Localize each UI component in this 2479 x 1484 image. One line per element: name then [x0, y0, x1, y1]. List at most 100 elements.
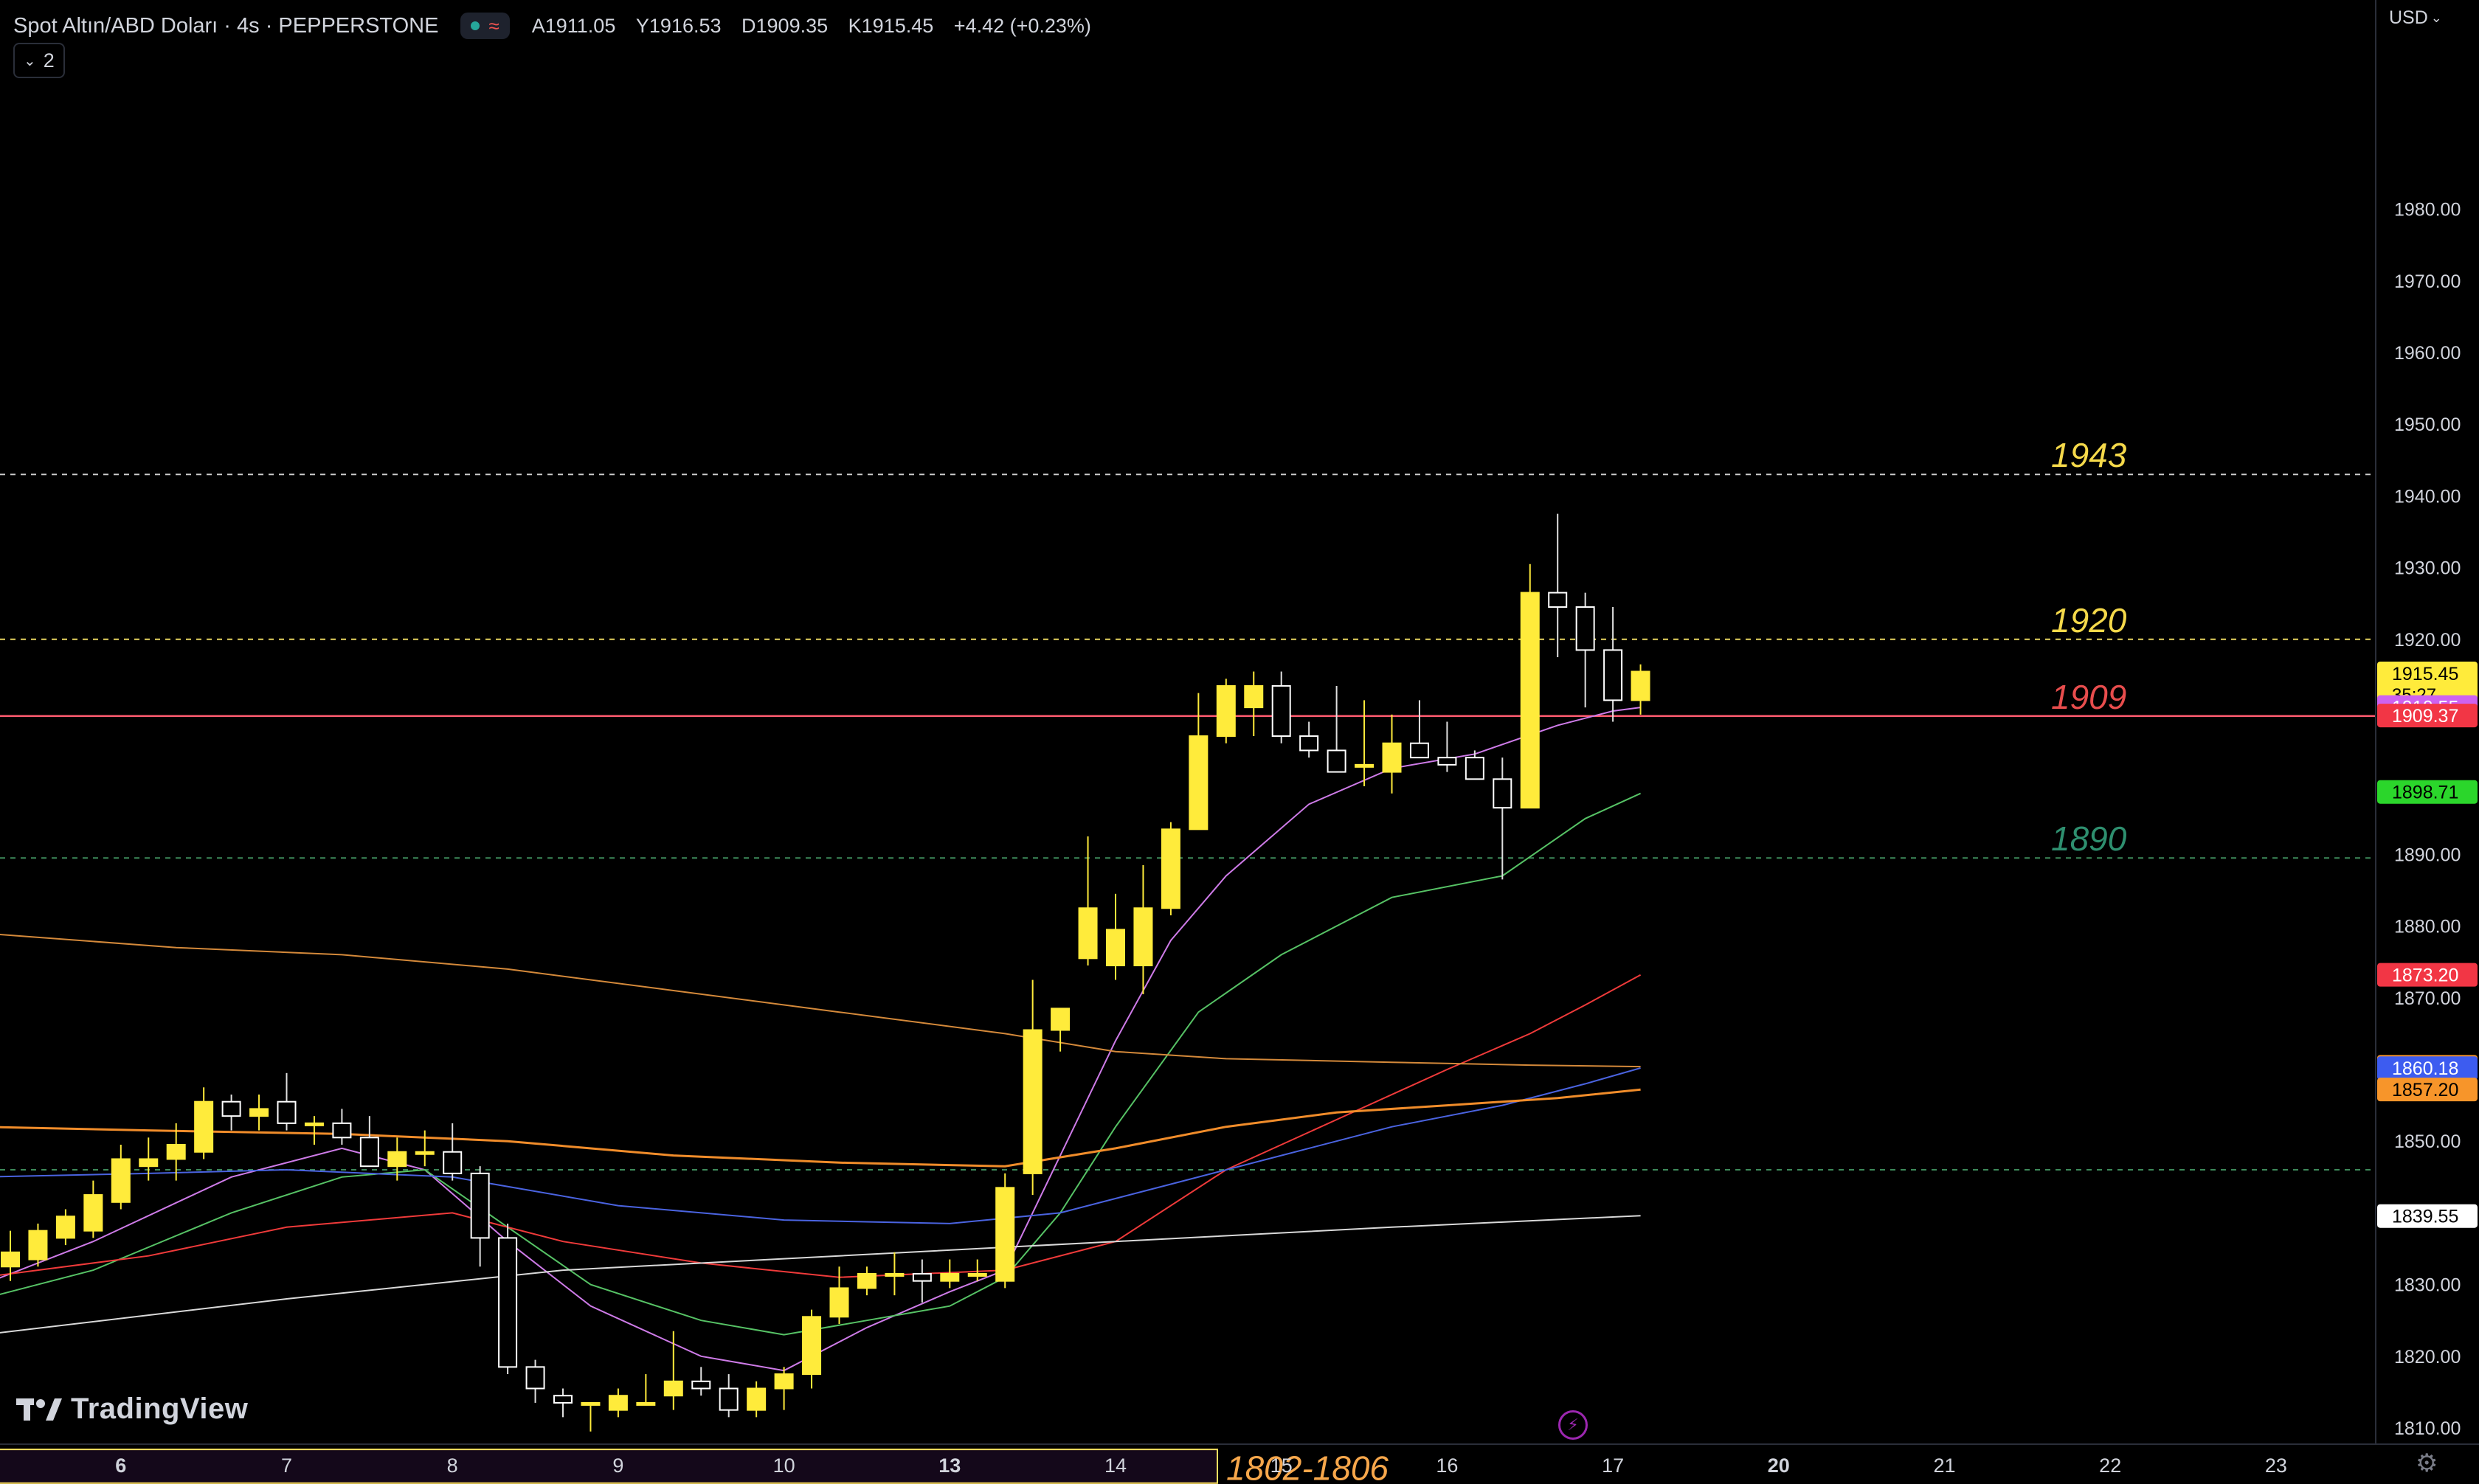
time-tick-label: 7 [281, 1454, 292, 1477]
candle-body[interactable] [1299, 735, 1319, 752]
level-label-1920: 1920 [2051, 601, 2127, 639]
demand-zone-box[interactable] [0, 1449, 1218, 1484]
candle-body[interactable] [1, 1251, 20, 1268]
candle-body[interactable] [1078, 907, 1098, 960]
price-tick-label: 1880.00 [2394, 917, 2461, 937]
candle-body[interactable] [55, 1216, 75, 1239]
candle-body[interactable] [608, 1395, 628, 1411]
currency-selector[interactable]: USD ⌄ [2389, 7, 2442, 29]
candle-body[interactable] [1244, 684, 1264, 709]
price-tick-label: 1850.00 [2394, 1131, 2461, 1152]
level-label-1909: 1909 [2051, 678, 2126, 716]
price-tick-label: 1810.00 [2394, 1418, 2461, 1439]
price-tag-text: 1839.55 [2392, 1207, 2458, 1227]
candle-body[interactable] [194, 1100, 214, 1153]
candle-body[interactable] [1575, 606, 1595, 651]
gear-icon[interactable]: ⚙ [2416, 1449, 2438, 1478]
ohlc-close: K1915.45 [848, 14, 934, 37]
candle-body[interactable] [912, 1272, 932, 1282]
candle-body[interactable] [747, 1387, 767, 1411]
candle-body[interactable] [332, 1122, 352, 1139]
candle-body[interactable] [1493, 778, 1512, 809]
candle-body[interactable] [1051, 1008, 1071, 1031]
candle-body[interactable] [774, 1373, 794, 1390]
candle-body[interactable] [139, 1158, 159, 1168]
candle-body[interactable] [470, 1172, 490, 1239]
candle-body[interactable] [940, 1272, 960, 1282]
candle-body[interactable] [1520, 592, 1540, 809]
candle-body[interactable] [1189, 735, 1209, 831]
candle-body[interactable] [166, 1144, 186, 1160]
price-tick-label: 1930.00 [2394, 558, 2461, 579]
candle-body[interactable] [581, 1401, 601, 1406]
candle-body[interactable] [277, 1100, 297, 1124]
time-tick-label: 13 [938, 1454, 961, 1477]
candle-body[interactable] [443, 1151, 463, 1174]
currency-label: USD [2389, 7, 2428, 28]
price-tick-label: 1820.00 [2394, 1347, 2461, 1367]
candle-body[interactable] [111, 1158, 131, 1203]
candle-body[interactable] [387, 1151, 407, 1168]
lightning-icon[interactable]: ⚡ [1558, 1410, 1588, 1440]
price-tick-label: 1940.00 [2394, 486, 2461, 507]
candle-body[interactable] [663, 1380, 683, 1397]
candle-body[interactable] [885, 1272, 905, 1277]
candle-body[interactable] [1548, 592, 1568, 608]
candlestick-chart[interactable]: 1943 1920 1909 1890 1802-1806 1980.00 1970.00 1… [0, 0, 2479, 1484]
symbol-title[interactable]: Spot Altın/ABD Doları · 4s · PEPPERSTONE [13, 14, 438, 38]
candle-body[interactable] [1603, 649, 1623, 701]
price-tag-text: 1909.37 [2392, 706, 2458, 727]
ohlc-values: A1911.05 Y1916.53 D1909.35 K1915.45 +4.4… [532, 15, 1091, 38]
candle-body[interactable] [28, 1230, 48, 1261]
candle-body[interactable] [802, 1316, 822, 1376]
candle-body[interactable] [1465, 757, 1484, 780]
level-label-1890: 1890 [2051, 819, 2127, 858]
time-tick-label: 6 [115, 1454, 126, 1477]
candle-body[interactable] [415, 1151, 435, 1155]
time-tick-label: 17 [1602, 1454, 1624, 1477]
candle-body[interactable] [304, 1122, 324, 1126]
candle-body[interactable] [1216, 684, 1236, 737]
candle-body[interactable] [967, 1272, 987, 1277]
candle-body[interactable] [1271, 684, 1291, 737]
price-tag-text: 1873.20 [2392, 965, 2458, 986]
candle-body[interactable] [1437, 757, 1457, 766]
candle-body[interactable] [1023, 1029, 1043, 1174]
candle-body[interactable] [1327, 749, 1346, 773]
candle-body[interactable] [221, 1100, 241, 1117]
time-tick-label: 9 [612, 1454, 623, 1477]
candle-body[interactable] [1133, 907, 1153, 967]
chart-background [0, 0, 2479, 1484]
candle-body[interactable] [1382, 742, 1402, 773]
candle-body[interactable] [525, 1366, 545, 1390]
tradingview-logo[interactable]: TradingView [16, 1393, 248, 1426]
chevron-down-icon: ⌄ [24, 52, 36, 69]
price-tick-label: 1970.00 [2394, 271, 2461, 292]
time-tick-label: 20 [1768, 1454, 1790, 1477]
time-tick-label: 21 [1933, 1454, 1955, 1477]
candle-body[interactable] [359, 1137, 379, 1168]
time-tick-label: 8 [447, 1454, 458, 1477]
candle-body[interactable] [636, 1401, 656, 1406]
candle-body[interactable] [1355, 763, 1375, 768]
market-status[interactable]: ≈ [460, 13, 510, 39]
candle-body[interactable] [249, 1108, 269, 1117]
time-tick-label: 16 [1436, 1454, 1458, 1477]
candle-body[interactable] [1161, 828, 1180, 909]
candle-body[interactable] [1106, 929, 1125, 967]
indicators-collapse-button[interactable]: ⌄ 2 [13, 43, 65, 78]
candle-body[interactable] [553, 1395, 573, 1404]
candle-body[interactable] [1409, 742, 1429, 759]
candle-body[interactable] [829, 1287, 849, 1318]
candle-body[interactable] [83, 1194, 103, 1232]
chart-area[interactable]: 1943 1920 1909 1890 1802-1806 1980.00 1970.00 1… [0, 0, 2479, 1484]
candle-body[interactable] [995, 1187, 1015, 1282]
candle-body[interactable] [857, 1272, 877, 1289]
time-tick-label: 14 [1104, 1454, 1127, 1477]
ohlc-open: A1911.05 [531, 14, 616, 37]
candle-body[interactable] [691, 1380, 711, 1390]
candle-body[interactable] [1631, 670, 1650, 701]
ohlc-change: +4.42 (+0.23%) [953, 14, 1091, 37]
candle-body[interactable] [498, 1237, 518, 1368]
candle-body[interactable] [719, 1387, 739, 1411]
